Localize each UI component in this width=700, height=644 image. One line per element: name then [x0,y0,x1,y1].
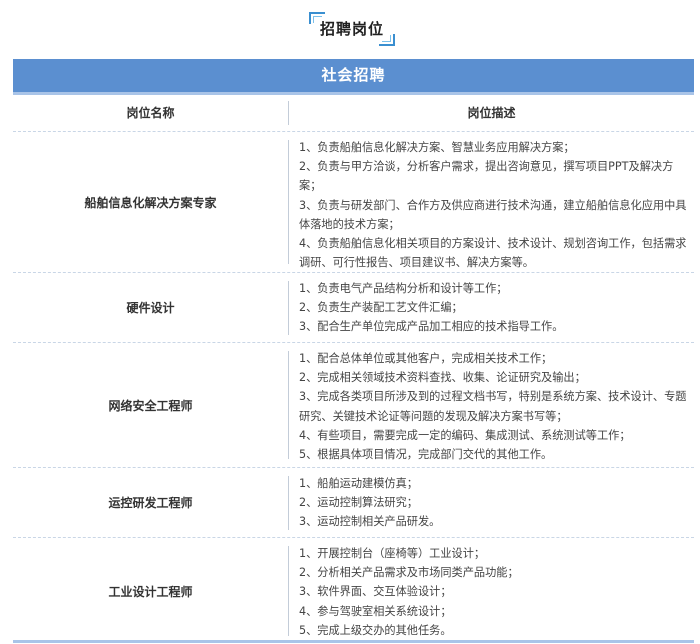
table-row: 运控研发工程师 1、船舶运动建模仿真； 2、运动控制算法研究； 3、运动控制相关… [13,468,694,538]
table-header-row: 岗位名称 岗位描述 [13,95,694,132]
description-line: 3、运动控制相关产品研发。 [299,515,441,529]
description-line: 3、配合生产单位完成产品加工相应的技术指导工作。 [299,320,564,334]
description-line: 5、完成上级交办的其他任务。 [299,623,452,637]
job-description: 1、负责电气产品结构分析和设计等工作； 2、负责生产装配工艺文件汇编； 3、配合… [299,279,688,337]
table-row: 工业设计工程师 1、开展控制台（座椅等）工业设计； 2、分析相关产品需求及市场同… [13,538,694,644]
title-frame: 招聘岗位 [309,12,395,46]
description-line: 1、负责船舶信息化解决方案、智慧业务应用解决方案； [299,141,575,154]
job-name: 船舶信息化解决方案专家 [84,195,217,210]
description-line: 3、完成各类项目所涉及到的过程文档书写，特别是系统方案、技术设计、专题研究、关键… [299,390,687,423]
description-line: 2、完成相关领域技术资料查找、收集、论证研究及输出； [299,371,586,385]
description-line: 4、负责船舶信息化相关项目的方案设计、技术设计、规划咨询工作，包括需求调研、可行… [299,237,687,270]
job-name: 硬件设计 [126,301,175,315]
section-banner: 社会招聘 [13,59,694,95]
header-job-name: 岗位名称 [126,106,175,120]
description-line: 1、船舶运动建模仿真； [299,477,418,490]
job-description: 1、船舶运动建模仿真； 2、运动控制算法研究； 3、运动控制相关产品研发。 [299,474,688,532]
table-row: 船舶信息化解决方案专家 1、负责船舶信息化解决方案、智慧业务应用解决方案； 2、… [13,132,694,273]
column-divider [288,476,289,530]
description-line: 3、软件界面、交互体验设计； [299,585,452,599]
job-name: 工业设计工程师 [108,584,193,599]
description-line: 2、负责生产装配工艺文件汇编； [299,301,463,315]
column-divider [288,140,289,264]
description-line: 1、开展控制台（座椅等）工业设计； [299,547,486,560]
description-line: 1、配合总体单位或其他客户，完成相关技术工作； [299,352,553,365]
column-divider [288,546,289,636]
job-description: 1、负责船舶信息化解决方案、智慧业务应用解决方案； 2、负责与甲方洽谈，分析客户… [299,138,688,272]
page-title: 招聘岗位 [319,20,384,38]
description-line: 2、分析相关产品需求及市场同类产品功能； [299,566,519,580]
column-divider [288,281,289,335]
job-description: 1、配合总体单位或其他客户，完成相关技术工作； 2、完成相关领域技术资料查找、收… [299,349,688,464]
header-job-description: 岗位描述 [467,106,516,120]
description-line: 3、负责与研发部门、合作方及供应商进行技术沟通，建立船舶信息化应用中具体落地的技… [299,198,687,231]
table-row: 硬件设计 1、负责电气产品结构分析和设计等工作； 2、负责生产装配工艺文件汇编；… [13,273,694,343]
job-name: 运控研发工程师 [108,496,193,510]
description-line: 2、负责与甲方洽谈，分析客户需求，提出咨询意见，撰写项目PPT及解决方案； [299,160,674,193]
description-line: 5、根据具体项目情况，完成部门交代的其他工作。 [299,448,553,462]
job-table: 社会招聘 岗位名称 岗位描述 船舶信息化解决方案专家 1、负责船舶信息化解决方案… [13,59,694,643]
job-name: 网络安全工程师 [108,398,193,413]
table-row: 网络安全工程师 1、配合总体单位或其他客户，完成相关技术工作； 2、完成相关领域… [13,343,694,468]
description-line: 1、负责电气产品结构分析和设计等工作； [299,282,508,295]
description-line: 2、运动控制算法研究； [299,496,418,510]
job-description: 1、开展控制台（座椅等）工业设计； 2、分析相关产品需求及市场同类产品功能； 3… [299,544,688,640]
description-line: 4、有些项目，需要完成一定的编码、集成测试、系统测试等工作； [299,428,631,442]
column-divider [288,351,289,459]
description-line: 4、参与驾驶室相关系统设计； [299,604,452,618]
page-header: 招聘岗位 [0,0,700,56]
